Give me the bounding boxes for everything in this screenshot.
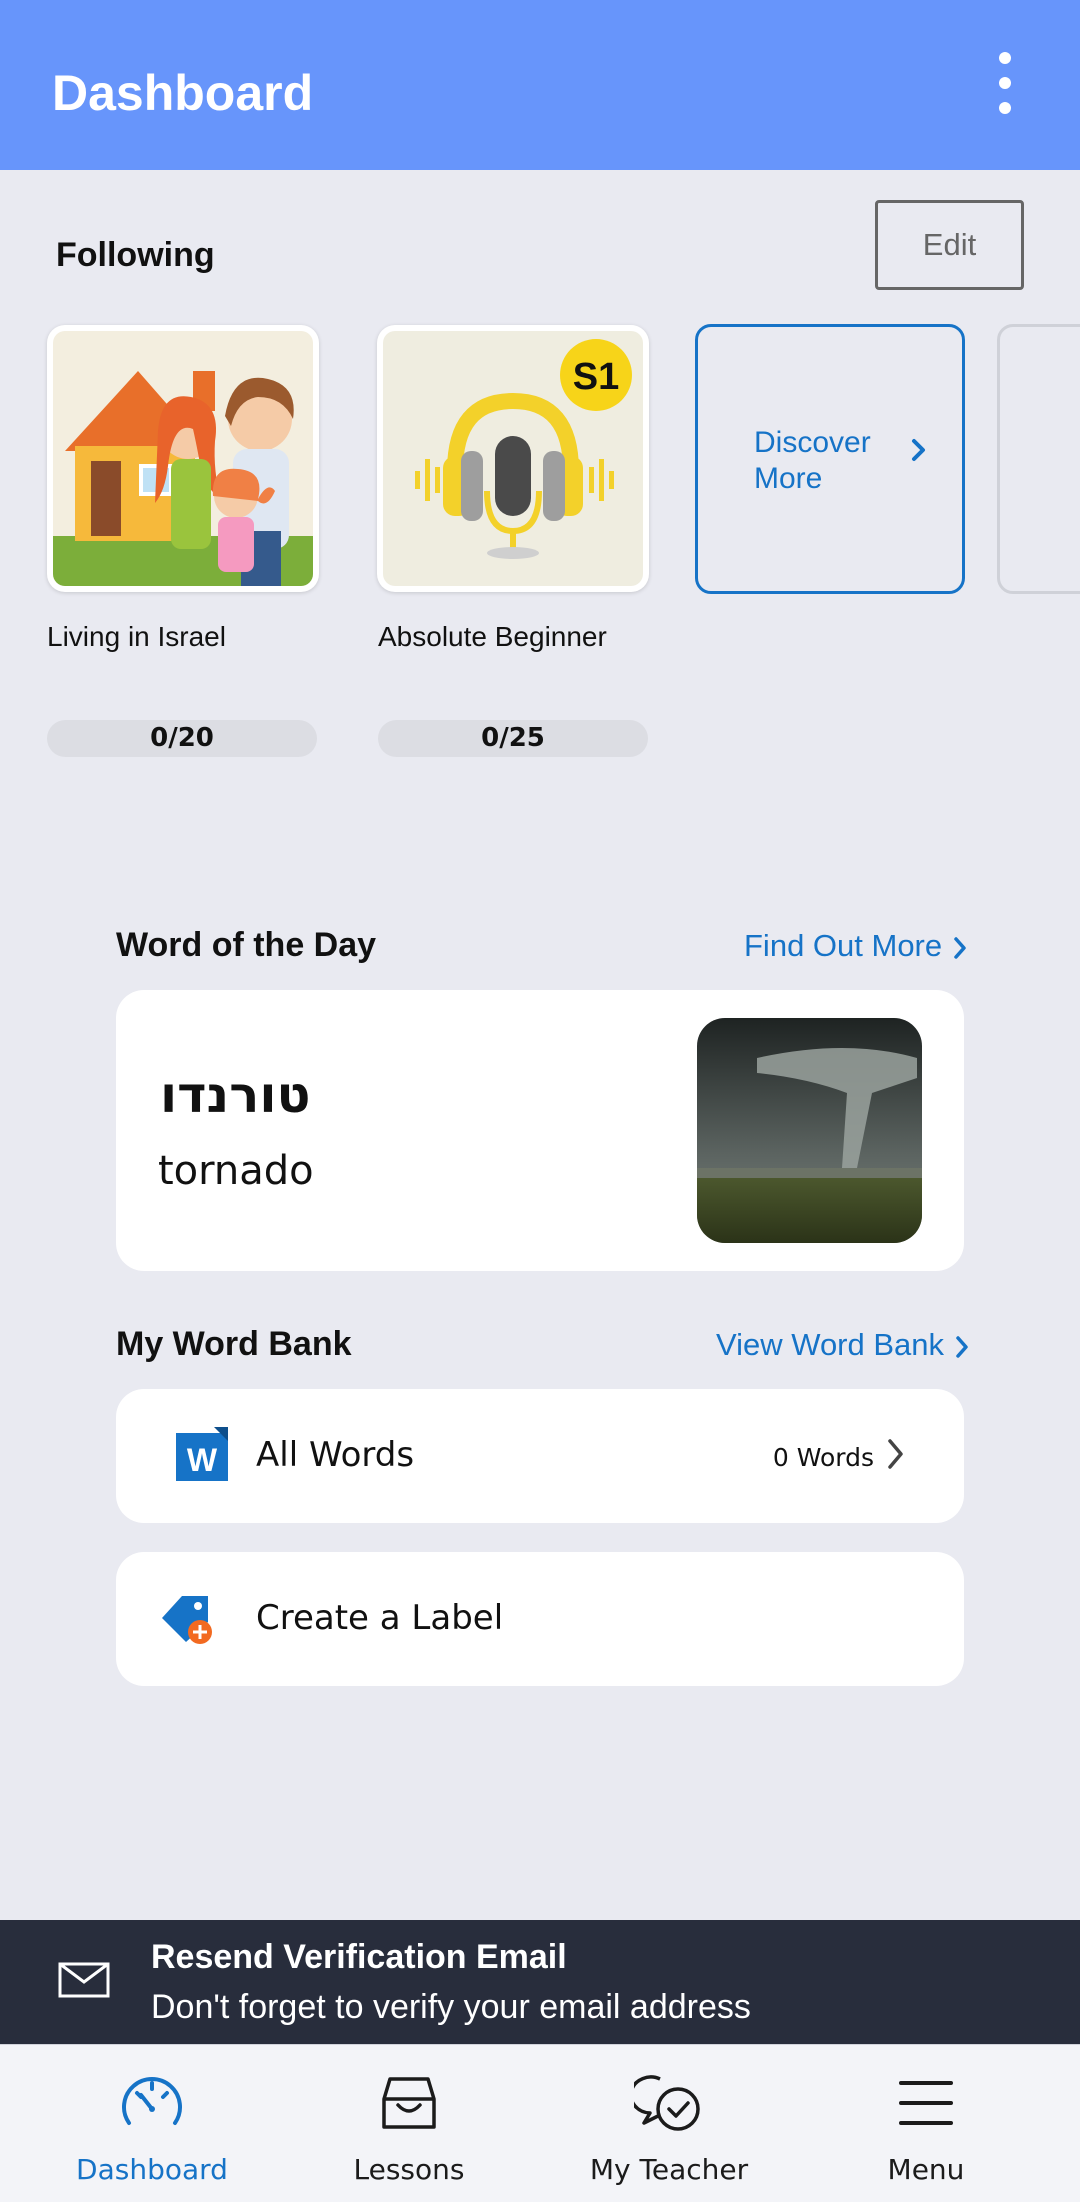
course-title: Absolute Beginner xyxy=(378,621,607,652)
view-word-bank-link[interactable]: View Word Bank xyxy=(716,1327,970,1363)
banner-title: Resend Verification Email xyxy=(151,1938,567,1976)
my-word-bank-heading: My Word Bank xyxy=(116,1325,352,1363)
chevron-right-icon xyxy=(956,1336,968,1358)
mail-icon xyxy=(58,1962,110,1998)
word-list-icon: W xyxy=(176,1427,228,1481)
tab-my-teacher[interactable]: My Teacher xyxy=(534,2045,804,2202)
discover-more-card[interactable]: Discover More xyxy=(695,324,965,594)
family-house-illustration xyxy=(53,331,313,586)
discover-more-label: Discover More xyxy=(754,426,871,495)
course-title: Living in Israel xyxy=(47,621,226,652)
verification-banner[interactable]: Resend Verification Email Don't forget t… xyxy=(0,1920,1080,2044)
speedometer-icon xyxy=(122,2077,182,2125)
word-of-the-day-card[interactable]: טורנדו tornado xyxy=(116,990,964,1271)
course-card-absolute-beginner[interactable]: S1 xyxy=(377,325,649,592)
following-heading: Following xyxy=(56,236,215,274)
chat-check-icon xyxy=(634,2075,700,2131)
find-out-more-link[interactable]: Find Out More xyxy=(744,928,968,964)
course-progress: 0/25 xyxy=(378,720,648,757)
edit-button[interactable]: Edit xyxy=(875,200,1024,290)
tab-label: Dashboard xyxy=(76,2153,228,2186)
tab-dashboard[interactable]: Dashboard xyxy=(17,2045,287,2202)
tab-label: Menu xyxy=(887,2153,965,2186)
word-of-the-day-heading: Word of the Day xyxy=(116,926,377,964)
all-words-row[interactable]: W All Words 0 Words xyxy=(116,1389,964,1523)
tab-label: Lessons xyxy=(353,2153,465,2186)
word-count: 0 Words xyxy=(772,1443,874,1472)
add-tag-icon xyxy=(162,1596,212,1644)
view-word-bank-label: View Word Bank xyxy=(716,1327,945,1362)
headphones-microphone-illustration: S1 xyxy=(383,331,643,586)
tab-menu[interactable]: Menu xyxy=(791,2045,1061,2202)
word-hebrew: טורנדו xyxy=(160,1066,311,1124)
more-vertical-icon[interactable] xyxy=(990,52,1020,122)
course-card-living-in-israel[interactable] xyxy=(47,325,319,592)
chevron-right-icon xyxy=(888,1439,903,1469)
create-label-text: Create a Label xyxy=(256,1598,504,1638)
bottom-tab-bar: Dashboard Lessons My Teacher Menu xyxy=(0,2044,1080,2202)
chevron-right-icon xyxy=(912,439,925,461)
inbox-icon xyxy=(382,2077,436,2129)
create-label-row[interactable]: Create a Label xyxy=(116,1552,964,1686)
course-progress: 0/20 xyxy=(47,720,317,757)
page-title: Dashboard xyxy=(52,65,314,121)
all-words-label: All Words xyxy=(256,1435,415,1475)
tab-label: My Teacher xyxy=(589,2153,749,2186)
chevron-right-icon xyxy=(954,937,966,959)
word-translation: tornado xyxy=(158,1148,314,1194)
svg-text:W: W xyxy=(187,1442,218,1478)
hamburger-icon xyxy=(899,2081,953,2125)
tornado-photo xyxy=(697,1018,922,1243)
find-out-more-label: Find Out More xyxy=(744,928,943,963)
app-bar: Dashboard xyxy=(0,0,1080,170)
tab-lessons[interactable]: Lessons xyxy=(274,2045,544,2202)
season-badge: S1 xyxy=(573,356,619,398)
banner-subtitle: Don't forget to verify your email addres… xyxy=(151,1988,751,2026)
carousel-next-card[interactable] xyxy=(997,324,1080,594)
